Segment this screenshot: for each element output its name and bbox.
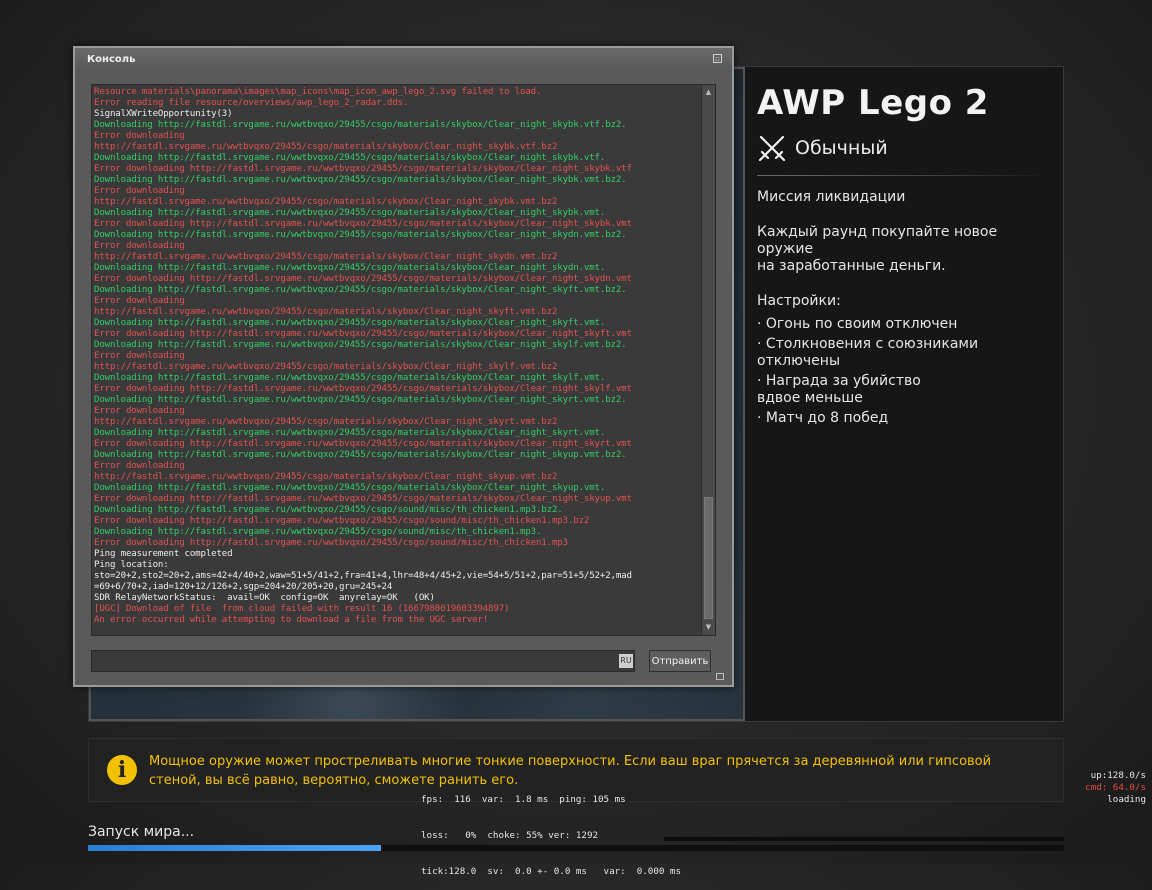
console-command-input[interactable] bbox=[91, 650, 635, 672]
info-divider bbox=[757, 175, 1047, 176]
settings-item: отключены bbox=[757, 353, 841, 369]
console-log-line: Error downloading http://fastdl.srvgame.… bbox=[94, 384, 632, 394]
close-icon[interactable]: ▫ bbox=[713, 54, 722, 63]
console-log-line: [UGC] Download of file from cloud failed… bbox=[94, 604, 510, 614]
console-log-line: Error downloading bbox=[94, 241, 185, 251]
console-log-line: =69+6/70+2,iad=120+12/126+2,sgp=204+20/2… bbox=[94, 582, 393, 592]
console-log-line: Downloading http://fastdl.srvgame.ru/wwt… bbox=[94, 175, 627, 185]
console-log-line: http://fastdl.srvgame.ru/wwtbvqxo/29455/… bbox=[94, 362, 558, 372]
console-log-line: Downloading http://fastdl.srvgame.ru/wwt… bbox=[94, 208, 606, 218]
console-log-line: Error downloading http://fastdl.srvgame.… bbox=[94, 516, 590, 526]
send-button[interactable]: Отправить bbox=[649, 650, 711, 672]
settings-item: вдвое меньше bbox=[757, 390, 863, 406]
net-graph: fps: 116 var: 1.8 ms ping: 105 ms loss: … bbox=[421, 770, 681, 890]
net-graph-line: loss: 0% choke: 55% ver: 1292 bbox=[421, 830, 599, 841]
console-log-line: http://fastdl.srvgame.ru/wwtbvqxo/29455/… bbox=[94, 197, 558, 207]
game-mode-row: Обычный bbox=[757, 133, 888, 163]
console-log-line: Error downloading bbox=[94, 406, 185, 416]
net-graph-cmd: cmd: 64.0/s bbox=[1085, 782, 1146, 793]
console-log-line: An error occurred while attempting to do… bbox=[94, 615, 489, 625]
console-log-line: Downloading http://fastdl.srvgame.ru/wwt… bbox=[94, 120, 627, 130]
console-log-line: Downloading http://fastdl.srvgame.ru/wwt… bbox=[94, 285, 627, 295]
net-graph-rates: up:128.0/s cmd: 64.0/s loading bbox=[1085, 770, 1146, 806]
console-log-line: Error downloading http://fastdl.srvgame.… bbox=[94, 219, 632, 229]
console-log-line: http://fastdl.srvgame.ru/wwtbvqxo/29455/… bbox=[94, 472, 558, 482]
console-log-line: Downloading http://fastdl.srvgame.ru/wwt… bbox=[94, 395, 627, 405]
keyboard-language-indicator: RU bbox=[619, 654, 633, 668]
console-log-line: Downloading http://fastdl.srvgame.ru/wwt… bbox=[94, 373, 606, 383]
console-log-line: SignalXWriteOpportunity(3) bbox=[94, 109, 233, 119]
console-log-lines: Resource materials\panorama\images\map_i… bbox=[94, 87, 702, 626]
console-window[interactable]: Консоль ▫ Resource materials\panorama\im… bbox=[73, 46, 734, 687]
console-log-line: Downloading http://fastdl.srvgame.ru/wwt… bbox=[94, 483, 606, 493]
description-line: оружие bbox=[757, 241, 814, 257]
scroll-up-arrow-icon[interactable]: ▲ bbox=[703, 87, 714, 98]
console-log-line: Error downloading bbox=[94, 131, 185, 141]
console-log-line: Downloading http://fastdl.srvgame.ru/wwt… bbox=[94, 428, 606, 438]
console-log-line: Error downloading bbox=[94, 186, 185, 196]
console-log-line: Error downloading http://fastdl.srvgame.… bbox=[94, 274, 632, 284]
console-log-line: Error downloading bbox=[94, 461, 185, 471]
scroll-thumb[interactable] bbox=[704, 497, 713, 619]
console-log-line: Resource materials\panorama\images\map_i… bbox=[94, 87, 542, 97]
net-graph-line: tick:128.0 sv: 0.0 +- 0.0 ms var: 0.000 … bbox=[421, 866, 681, 877]
settings-item: · Награда за убийство bbox=[757, 373, 921, 389]
map-title: AWP Lego 2 bbox=[757, 83, 989, 123]
console-log-line: Error downloading bbox=[94, 351, 185, 361]
net-graph-status: loading bbox=[1107, 794, 1146, 805]
console-log-line: http://fastdl.srvgame.ru/wwtbvqxo/29455/… bbox=[94, 252, 558, 262]
console-scrollbar[interactable]: ▲ ▼ bbox=[701, 85, 715, 635]
console-log-line: Downloading http://fastdl.srvgame.ru/wwt… bbox=[94, 230, 627, 240]
settings-item: · Столкновения с союзниками bbox=[757, 336, 979, 352]
console-log-line: Error downloading http://fastdl.srvgame.… bbox=[94, 538, 568, 548]
info-icon: i bbox=[107, 755, 137, 785]
console-log-line: http://fastdl.srvgame.ru/wwtbvqxo/29455/… bbox=[94, 417, 558, 427]
description-line: Каждый раунд покупайте новое bbox=[757, 224, 998, 240]
map-info-panel: AWP Lego 2 Обычный Миссия ликвидации Каж… bbox=[745, 67, 1063, 721]
settings-title: Настройки: bbox=[757, 293, 841, 309]
console-log-line: Error downloading http://fastdl.srvgame.… bbox=[94, 439, 632, 449]
map-description: Миссия ликвидации Каждый раунд покупайте… bbox=[757, 189, 1055, 430]
console-title: Консоль bbox=[87, 54, 136, 65]
console-log-line: Error downloading http://fastdl.srvgame.… bbox=[94, 329, 632, 339]
console-log-line: Downloading http://fastdl.srvgame.ru/wwt… bbox=[94, 340, 627, 350]
console-log[interactable]: Resource materials\panorama\images\map_i… bbox=[91, 84, 716, 636]
console-log-line: http://fastdl.srvgame.ru/wwtbvqxo/29455/… bbox=[94, 307, 558, 317]
resize-grip-icon[interactable] bbox=[716, 673, 724, 680]
loading-progress-bar bbox=[88, 845, 1064, 851]
loading-progress-fill bbox=[88, 845, 381, 851]
console-log-line: Error downloading http://fastdl.srvgame.… bbox=[94, 164, 632, 174]
console-log-line: Error downloading http://fastdl.srvgame.… bbox=[94, 494, 632, 504]
console-log-line: Downloading http://fastdl.srvgame.ru/wwt… bbox=[94, 527, 542, 537]
console-log-line: Error downloading bbox=[94, 296, 185, 306]
console-log-line: Downloading http://fastdl.srvgame.ru/wwt… bbox=[94, 505, 563, 515]
game-mode-label: Обычный bbox=[795, 137, 888, 159]
console-log-line: Downloading http://fastdl.srvgame.ru/wwt… bbox=[94, 318, 606, 328]
scroll-down-arrow-icon[interactable]: ▼ bbox=[703, 622, 714, 633]
console-log-line: Downloading http://fastdl.srvgame.ru/wwt… bbox=[94, 450, 627, 460]
console-log-line: Error reading file resource/overviews/aw… bbox=[94, 98, 409, 108]
console-log-line: SDR RelayNetworkStatus: avail=OK config=… bbox=[94, 593, 435, 603]
console-log-line: Downloading http://fastdl.srvgame.ru/wwt… bbox=[94, 263, 606, 273]
net-graph-line: fps: 116 var: 1.8 ms ping: 105 ms bbox=[421, 794, 626, 805]
console-log-line: http://fastdl.srvgame.ru/wwtbvqxo/29455/… bbox=[94, 142, 558, 152]
console-log-line: sto=20+2,sto2=20+2,ams=42+4/40+2,waw=51+… bbox=[94, 571, 632, 581]
console-log-line: Ping location: bbox=[94, 560, 169, 570]
loading-secondary-bar bbox=[664, 837, 1064, 841]
description-line: на заработанные деньги. bbox=[757, 258, 946, 274]
settings-item: · Огонь по своим отключен bbox=[757, 316, 958, 332]
loading-status-label: Запуск мира... bbox=[88, 824, 195, 840]
console-log-line: Ping measurement completed bbox=[94, 549, 233, 559]
crossed-knives-icon bbox=[757, 133, 787, 163]
net-graph-up: up:128.0/s bbox=[1090, 770, 1146, 781]
console-titlebar[interactable]: Консоль ▫ bbox=[75, 48, 732, 72]
console-log-line: Downloading http://fastdl.srvgame.ru/wwt… bbox=[94, 153, 606, 163]
tip-line: Мощное оружие может простреливать многие… bbox=[149, 754, 992, 769]
settings-item: · Матч до 8 побед bbox=[757, 410, 889, 426]
mission-type: Миссия ликвидации bbox=[757, 189, 906, 205]
